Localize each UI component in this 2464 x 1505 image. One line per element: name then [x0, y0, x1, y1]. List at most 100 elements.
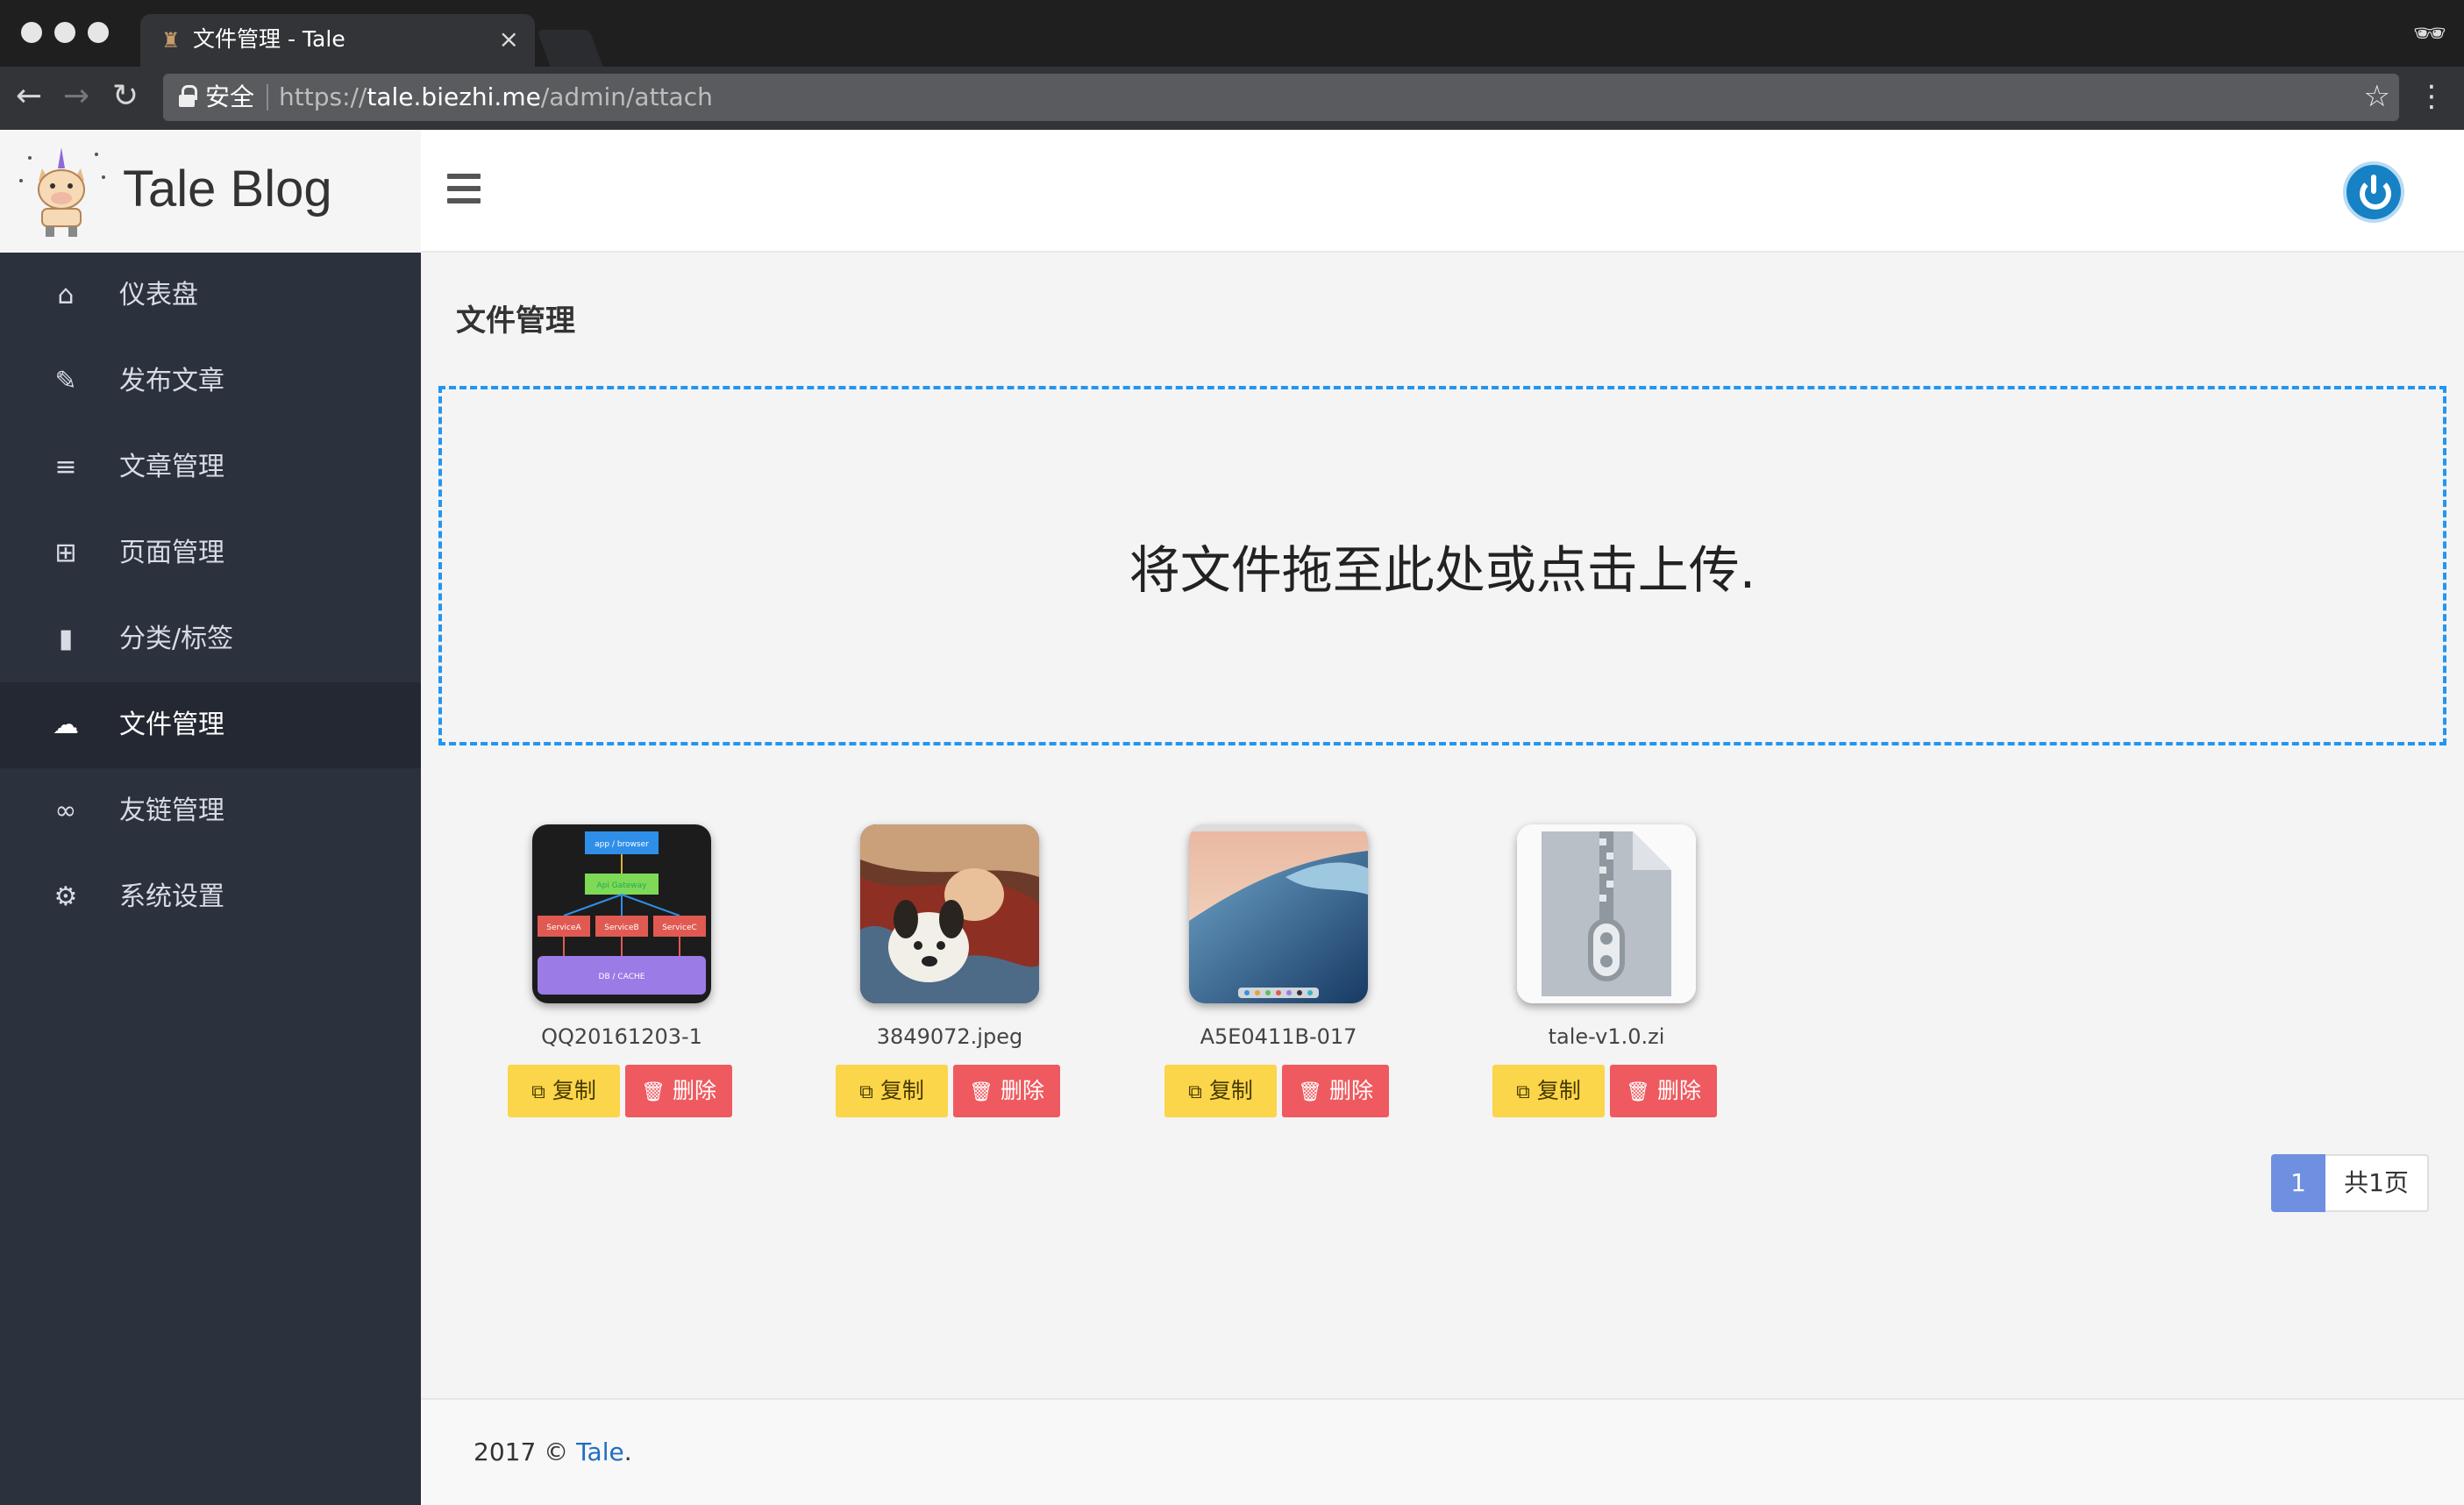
copy-button[interactable]: ⧉ 复制: [836, 1065, 948, 1117]
delete-label: 删除: [1328, 1078, 1373, 1103]
svg-text:DB / CACHE: DB / CACHE: [599, 973, 645, 981]
sidebar: Tale Blog ⌂ 仪表盘 ✎ 发布文章 ≡ 文章管理 ⊞ 页面管理 ▮ 分类/标签 ☁ 文件管理…: [0, 130, 421, 1505]
file-card: A5E0411B-017 ⧉ 复制 🗑 删除: [1148, 824, 1389, 1123]
trash-icon: 🗑: [969, 1081, 993, 1103]
file-thumbnail[interactable]: [1517, 824, 1696, 1003]
copy-label: 复制: [552, 1078, 596, 1103]
url-path: /admin/attach: [540, 82, 713, 111]
sidebar-item-5[interactable]: ☁ 文件管理: [0, 682, 421, 768]
sidebar-item-4[interactable]: ▮ 分类/标签: [0, 596, 421, 682]
sidebar-item-6[interactable]: ∞ 友链管理: [0, 768, 421, 854]
footer-suffix: .: [623, 1437, 632, 1466]
sidebar-item-label: 仪表盘: [119, 280, 198, 310]
file-card: app / browser Api Gateway ServiceA ServiceB…: [491, 824, 732, 1123]
trash-icon: 🗑: [641, 1081, 666, 1103]
url-scheme: https://: [279, 82, 367, 111]
copy-label: 复制: [879, 1078, 924, 1103]
footer-prefix: 2017 ©: [474, 1437, 577, 1466]
book-icon: ▮: [58, 624, 74, 654]
copy-button[interactable]: ⧉ 复制: [508, 1065, 620, 1117]
cloud-upload-icon: ☁: [53, 710, 79, 740]
window-minimize-button[interactable]: [54, 22, 75, 43]
expand-icon: ⊞: [54, 538, 77, 568]
page-total-label: 共1页: [2325, 1154, 2429, 1212]
browser-toolbar: ← → ↻ 安全 https://tale.biezhi.me/admin/at…: [0, 67, 2464, 130]
sidebar-item-label: 友链管理: [119, 795, 224, 826]
top-header: [421, 130, 2464, 253]
file-name: tale-v1.0.zi: [1548, 1024, 1665, 1049]
sidebar-item-0[interactable]: ⌂ 仪表盘: [0, 253, 421, 339]
delete-button[interactable]: 🗑 删除: [1282, 1065, 1389, 1117]
file-card: tale-v1.0.zi ⧉ 复制 🗑 删除: [1476, 824, 1717, 1123]
delete-button[interactable]: 🗑 删除: [1610, 1065, 1717, 1117]
hamburger-menu-icon[interactable]: [447, 174, 481, 203]
url-host: tale.biezhi.me: [367, 82, 541, 111]
lock-icon: [179, 85, 197, 108]
footer: 2017 © Tale.: [421, 1398, 2464, 1505]
url-text[interactable]: https://tale.biezhi.me/admin/attach: [279, 81, 713, 114]
sidebar-item-label: 系统设置: [119, 881, 224, 912]
browser-titlebar: ♜ 文件管理 - Tale × 🕶: [0, 0, 2464, 67]
browser-tab[interactable]: ♜ 文件管理 - Tale ×: [140, 14, 535, 67]
gear-icon: ⚙: [53, 881, 78, 912]
forward-icon[interactable]: →: [63, 79, 89, 114]
url-separator: [267, 84, 268, 111]
file-thumbnail[interactable]: [1189, 824, 1368, 1003]
sidebar-item-label: 页面管理: [119, 538, 224, 568]
window-close-button[interactable]: [21, 22, 42, 43]
copy-button[interactable]: ⧉ 复制: [1164, 1065, 1277, 1117]
file-name: A5E0411B-017: [1200, 1024, 1357, 1049]
svg-text:app / browser: app / browser: [595, 840, 649, 849]
sidebar-item-label: 发布文章: [119, 366, 224, 396]
tab-close-icon[interactable]: ×: [499, 25, 519, 54]
secure-label: 安全: [205, 82, 255, 111]
incognito-icon: 🕶: [2412, 18, 2446, 49]
footer-text: 2017 © Tale.: [474, 1435, 632, 1470]
list-icon: ≡: [54, 452, 77, 482]
favicon-icon: ♜: [161, 28, 181, 53]
bookmark-star-icon[interactable]: ☆: [2364, 79, 2390, 114]
footer-link[interactable]: Tale: [576, 1437, 624, 1466]
back-icon[interactable]: ←: [16, 79, 42, 114]
sidebar-item-3[interactable]: ⊞ 页面管理: [0, 510, 421, 596]
address-bar[interactable]: 安全 https://tale.biezhi.me/admin/attach ☆: [163, 74, 2399, 121]
trash-icon: 🗑: [1298, 1081, 1322, 1103]
delete-button[interactable]: 🗑 删除: [953, 1065, 1060, 1117]
brand[interactable]: Tale Blog: [0, 130, 421, 253]
browser-menu-icon[interactable]: ⋮: [2417, 79, 2446, 114]
page-title: 文件管理: [456, 303, 575, 339]
sidebar-item-1[interactable]: ✎ 发布文章: [0, 339, 421, 424]
unicorn-logo-icon: [19, 147, 105, 237]
link-icon: ∞: [54, 795, 77, 826]
file-thumbnail[interactable]: [860, 824, 1039, 1003]
reload-icon[interactable]: ↻: [112, 79, 139, 114]
svg-text:Api Gateway: Api Gateway: [597, 881, 648, 890]
file-card: 3849072.jpeg ⧉ 复制 🗑 删除: [819, 824, 1060, 1123]
copy-icon: ⧉: [1516, 1081, 1530, 1103]
delete-label: 删除: [672, 1078, 716, 1103]
sidebar-item-7[interactable]: ⚙ 系统设置: [0, 854, 421, 940]
svg-text:ServiceB: ServiceB: [604, 924, 638, 932]
tab-title: 文件管理 - Tale: [193, 26, 345, 52]
sidebar-item-label: 文章管理: [119, 452, 224, 482]
new-tab-button[interactable]: [537, 30, 603, 67]
upload-dropzone[interactable]: 将文件拖至此处或点击上传.: [438, 386, 2446, 745]
svg-text:ServiceA: ServiceA: [546, 924, 581, 932]
sidebar-item-label: 文件管理: [119, 710, 224, 740]
copy-label: 复制: [1536, 1078, 1581, 1103]
copy-button[interactable]: ⧉ 复制: [1492, 1065, 1605, 1117]
delete-label: 删除: [1656, 1078, 1701, 1103]
sidebar-item-2[interactable]: ≡ 文章管理: [0, 424, 421, 510]
svg-text:ServiceC: ServiceC: [662, 924, 697, 932]
delete-button[interactable]: 🗑 删除: [625, 1065, 732, 1117]
pencil-icon: ✎: [54, 366, 77, 396]
window-maximize-button[interactable]: [88, 22, 109, 43]
logout-power-icon[interactable]: [2343, 161, 2404, 223]
page-current-button[interactable]: 1: [2271, 1154, 2325, 1212]
dropzone-text: 将文件拖至此处或点击上传.: [1129, 540, 1756, 600]
copy-icon: ⧉: [1188, 1081, 1202, 1103]
trash-icon: 🗑: [1626, 1081, 1650, 1103]
file-name: QQ20161203-1: [541, 1024, 702, 1049]
file-thumbnail[interactable]: app / browser Api Gateway ServiceA ServiceB…: [532, 824, 711, 1003]
sidebar-item-label: 分类/标签: [119, 624, 234, 654]
